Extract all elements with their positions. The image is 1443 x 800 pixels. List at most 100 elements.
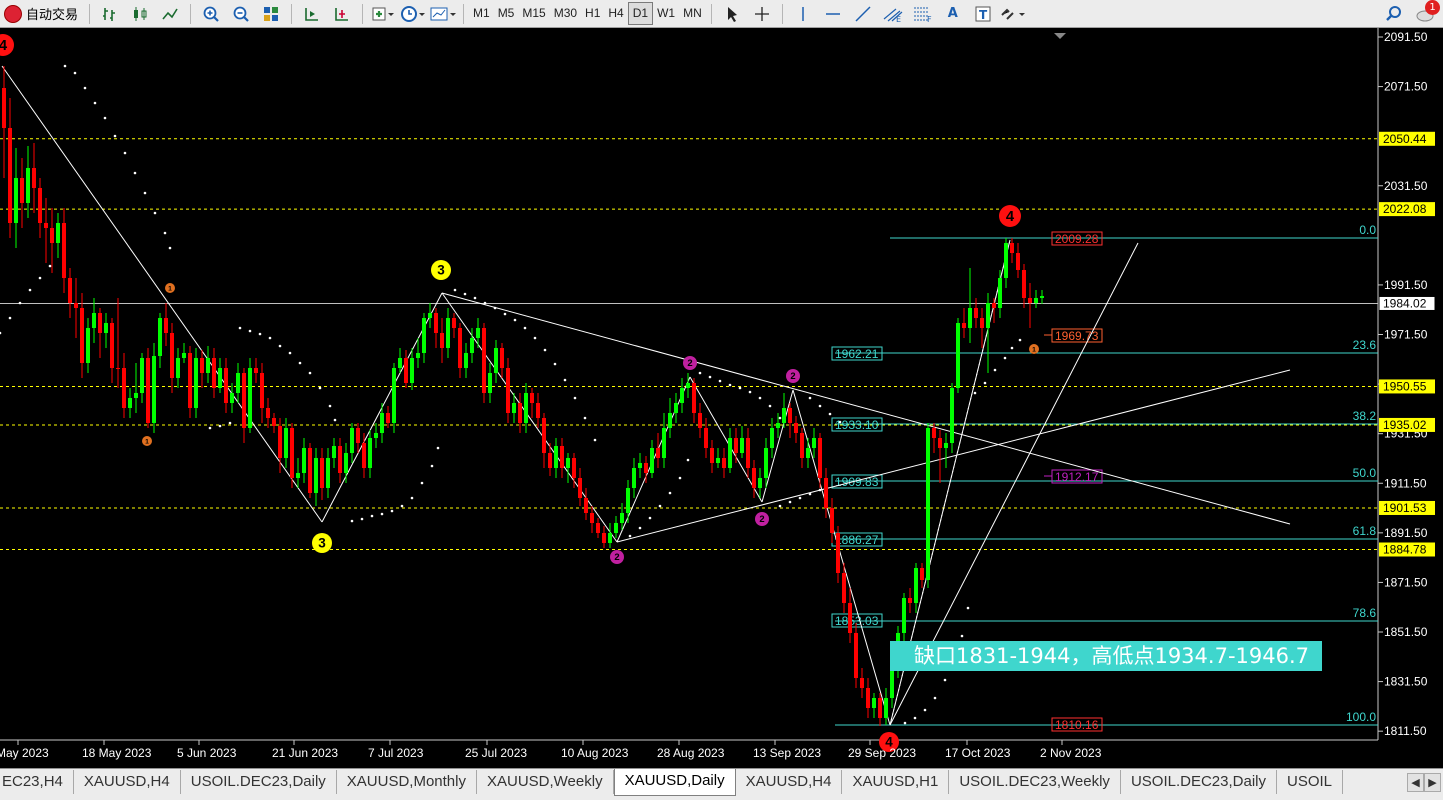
sar-dot: [553, 362, 557, 366]
bear-candle: [68, 278, 72, 303]
timeframe-m5[interactable]: M5: [494, 3, 519, 24]
bull-candle: [914, 568, 918, 603]
periods-clock-icon[interactable]: [399, 2, 427, 25]
timeframe-h1[interactable]: H1: [581, 3, 604, 24]
cursor-icon[interactable]: [718, 2, 746, 25]
bull-candle: [344, 453, 348, 473]
timeframe-d1[interactable]: D1: [627, 2, 654, 25]
sar-dot: [463, 292, 467, 296]
sar-dot: [738, 386, 742, 390]
chart-shift-icon[interactable]: [298, 2, 326, 25]
timeframe-m30[interactable]: M30: [550, 3, 581, 24]
fibo-ratio-label: 61.8: [1353, 524, 1377, 538]
bull-candle: [758, 478, 762, 488]
bull-candle: [464, 353, 468, 368]
tab-xauusd-monthly[interactable]: XAUUSD,Monthly: [337, 770, 477, 794]
bear-candle: [548, 453, 552, 468]
bear-candle: [710, 448, 714, 463]
bull-candle: [494, 348, 498, 373]
bear-candle: [818, 438, 822, 478]
horizontal-line-icon[interactable]: [819, 2, 847, 25]
bear-candle: [878, 698, 882, 718]
tab-scroll-left-icon[interactable]: ◀: [1407, 773, 1424, 792]
search-icon[interactable]: [1380, 2, 1408, 25]
tab-usoil-daily[interactable]: USOIL.DEC23,Daily: [181, 770, 337, 794]
bear-candle: [584, 498, 588, 513]
svg-text:F: F: [927, 15, 932, 23]
tab-xauusd-daily[interactable]: XAUUSD,Daily: [613, 769, 736, 796]
sar-dot: [698, 371, 702, 375]
fibonacci-icon[interactable]: F: [909, 2, 937, 25]
bear-candle: [698, 413, 702, 428]
tab-xauusd-h4-2[interactable]: XAUUSD,H4: [736, 770, 843, 794]
templates-icon[interactable]: [429, 2, 457, 25]
tab-usoil[interactable]: USOIL: [1277, 770, 1343, 794]
date-tick-label: 28 Aug 2023: [657, 746, 725, 760]
text-tool-icon[interactable]: A: [939, 2, 967, 25]
alert-count-badge: 1: [1425, 0, 1440, 15]
sar-dot: [778, 416, 782, 420]
tab-scroll-right-icon[interactable]: ▶: [1424, 773, 1441, 792]
text-label-icon[interactable]: T: [969, 2, 997, 25]
bear-candle: [44, 223, 48, 228]
bear-candle: [290, 428, 294, 478]
tab-xauusd-weekly[interactable]: XAUUSD,Weekly: [477, 770, 614, 794]
bear-candle: [1010, 243, 1014, 253]
bear-candle: [170, 333, 174, 378]
bar-chart-icon[interactable]: [96, 2, 124, 25]
bull-candle: [398, 358, 402, 368]
vertical-line-icon[interactable]: [789, 2, 817, 25]
arrows-dropdown-icon[interactable]: [999, 2, 1027, 25]
auto-trade-button[interactable]: 自动交易: [0, 4, 84, 23]
tab-usoil-weekly[interactable]: USOIL.DEC23,Weekly: [949, 770, 1121, 794]
sar-dot: [163, 231, 167, 235]
sar-dot: [113, 134, 117, 138]
trendline-icon[interactable]: [849, 2, 877, 25]
wave-4-label: 4: [0, 38, 8, 54]
price-axis: 2091.502071.502031.501991.501971.501951.…: [1378, 30, 1436, 738]
bull-candle: [350, 428, 354, 453]
candlestick-chart-icon[interactable]: [126, 2, 154, 25]
tile-windows-icon[interactable]: [257, 2, 285, 25]
tab-xauusd-h4[interactable]: XAUUSD,H4: [74, 770, 181, 794]
bear-candle: [788, 408, 792, 423]
bear-candle: [212, 358, 216, 388]
crosshair-icon[interactable]: [748, 2, 776, 25]
tab-ec23-h4[interactable]: EC23,H4: [0, 770, 74, 794]
timeframe-m15[interactable]: M15: [518, 3, 549, 24]
auto-scroll-icon[interactable]: [328, 2, 356, 25]
messages-icon[interactable]: 1: [1410, 0, 1442, 25]
price-tick-label: 1891.50: [1384, 526, 1428, 540]
bull-candle: [428, 313, 432, 318]
chart-annotation-label[interactable]: 缺口1831-1944，高低点1934.7-1946.7: [890, 641, 1322, 671]
sar-dot: [758, 396, 762, 400]
price-tick-label: 1991.50: [1384, 278, 1428, 292]
price-tick-label: 1871.50: [1384, 575, 1428, 589]
sar-dot: [258, 332, 262, 336]
zoom-out-icon[interactable]: [227, 2, 255, 25]
bear-candle: [746, 438, 750, 468]
sar-dot: [748, 390, 752, 394]
timeframe-m1[interactable]: M1: [469, 3, 494, 24]
sar-dot: [838, 420, 842, 424]
timeframe-mn[interactable]: MN: [679, 3, 706, 24]
sar-dot: [333, 418, 337, 422]
bull-candle: [236, 373, 240, 393]
bull-candle: [1040, 296, 1044, 298]
fibo-ratio-label: 100.0: [1346, 710, 1376, 724]
sar-dot: [1010, 346, 1014, 350]
bear-candle: [164, 318, 168, 333]
line-chart-icon[interactable]: [156, 2, 184, 25]
timeframe-w1[interactable]: W1: [653, 3, 679, 24]
tab-usoil-daily-2[interactable]: USOIL.DEC23,Daily: [1121, 770, 1277, 794]
zoom-in-icon[interactable]: [197, 2, 225, 25]
sar-dot: [18, 301, 22, 305]
auto-trade-icon: [4, 4, 22, 23]
timeframe-h4[interactable]: H4: [604, 3, 627, 24]
equidistant-channel-icon[interactable]: E: [879, 2, 907, 25]
toolbar-separator: [781, 3, 783, 24]
sar-dot: [503, 312, 507, 316]
fibo-price-label: 1962.21: [835, 347, 879, 361]
tab-xauusd-h1[interactable]: XAUUSD,H1: [842, 770, 950, 794]
indicators-icon[interactable]: [369, 2, 397, 25]
